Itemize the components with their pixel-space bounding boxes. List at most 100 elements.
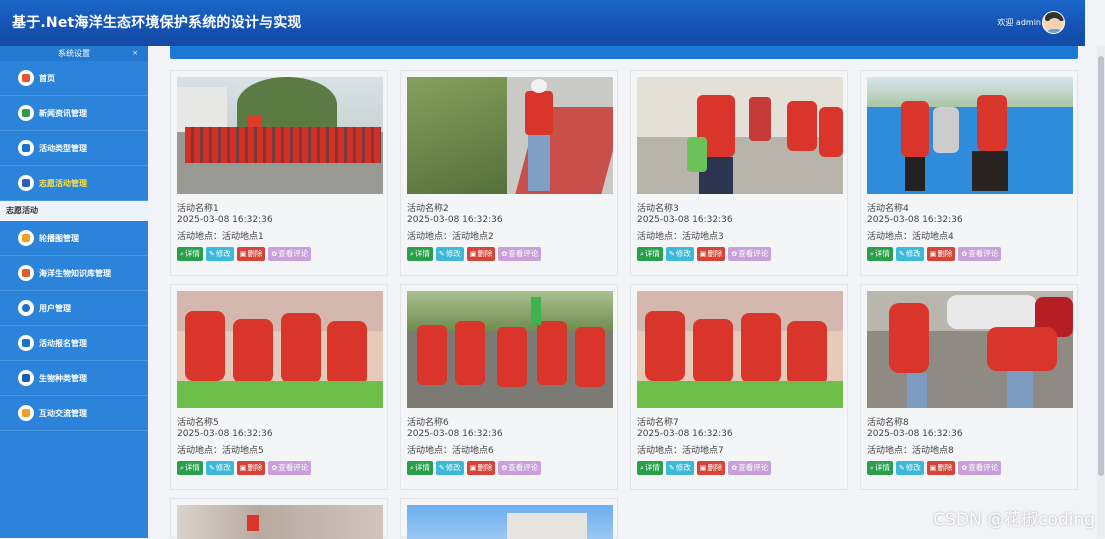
activity-time: 2025-03-08 16:32:36 <box>177 429 273 439</box>
delete-button[interactable]: ▣删除 <box>467 247 496 261</box>
activity-photo[interactable] <box>177 77 383 194</box>
activity-name: 活动名称7 <box>637 415 679 428</box>
edit-button[interactable]: ✎修改 <box>206 461 234 475</box>
activity-place: 活动地点：活动地点4 <box>867 229 954 242</box>
activity-name: 活动名称1 <box>177 201 219 214</box>
view-comments-button[interactable]: ✿查看评论 <box>728 247 771 261</box>
detail-button[interactable]: ⌕详情 <box>407 461 433 475</box>
detail-button[interactable]: ⌕详情 <box>177 461 203 475</box>
delete-button[interactable]: ▣删除 <box>697 247 726 261</box>
delete-button[interactable]: ▣删除 <box>927 461 956 475</box>
main-content: 活动名称1 2025-03-08 16:32:36 活动地点：活动地点1 ⌕详情… <box>148 46 1085 538</box>
activity-name: 活动名称6 <box>407 415 449 428</box>
trash-icon: ▣ <box>700 250 707 258</box>
edit-button[interactable]: ✎修改 <box>896 247 924 261</box>
comment-icon: ✿ <box>501 250 507 258</box>
detail-button[interactable]: ⌕详情 <box>867 247 893 261</box>
activity-photo[interactable] <box>637 291 843 408</box>
view-comments-button[interactable]: ✿查看评论 <box>268 247 311 261</box>
collapse-icon[interactable]: × <box>132 46 138 61</box>
sidebar-item-species[interactable]: 生物种类管理 <box>0 361 148 396</box>
search-icon: ⌕ <box>180 250 184 258</box>
home-icon <box>18 70 34 86</box>
edit-button[interactable]: ✎修改 <box>666 247 694 261</box>
sidebar-section-title: 系统设置 <box>58 49 90 58</box>
delete-button[interactable]: ▣删除 <box>697 461 726 475</box>
activity-photo[interactable] <box>867 77 1073 194</box>
sidebar-item-users[interactable]: 用户管理 <box>0 291 148 326</box>
search-icon: ⌕ <box>410 464 414 472</box>
delete-button[interactable]: ▣删除 <box>927 247 956 261</box>
delete-button-label: 删除 <box>707 463 722 472</box>
sidebar-item-home[interactable]: 首页 <box>0 61 148 96</box>
search-icon: ⌕ <box>640 250 644 258</box>
activity-time: 2025-03-08 16:32:36 <box>637 429 733 439</box>
delete-button[interactable]: ▣删除 <box>237 247 266 261</box>
activity-card <box>400 498 618 538</box>
vertical-scrollbar[interactable] <box>1097 46 1105 538</box>
edit-button-label: 修改 <box>676 463 691 472</box>
sidebar-item-label: 活动类型管理 <box>39 143 87 154</box>
edit-button[interactable]: ✎修改 <box>436 247 464 261</box>
activity-photo[interactable] <box>407 505 613 539</box>
edit-button[interactable]: ✎修改 <box>896 461 924 475</box>
sidebar-item-knowledge[interactable]: 海洋生物知识库管理 <box>0 256 148 291</box>
edit-button[interactable]: ✎修改 <box>436 461 464 475</box>
sidebar-item-label: 轮播图管理 <box>39 233 79 244</box>
view-comments-button-label: 查看评论 <box>968 463 998 472</box>
view-comments-button[interactable]: ✿查看评论 <box>728 461 771 475</box>
sidebar-item-interaction[interactable]: 互动交流管理 <box>0 396 148 431</box>
activity-place: 活动地点：活动地点2 <box>407 229 494 242</box>
activity-photo[interactable] <box>637 77 843 194</box>
avatar[interactable] <box>1042 11 1065 34</box>
search-icon: ⌕ <box>640 464 644 472</box>
delete-button-label: 删除 <box>247 249 262 258</box>
detail-button[interactable]: ⌕详情 <box>407 247 433 261</box>
activity-photo[interactable] <box>177 291 383 408</box>
edit-button-label: 修改 <box>906 249 921 258</box>
submenu-volunteer-activities[interactable]: 志愿活动 <box>0 201 148 221</box>
view-comments-button[interactable]: ✿查看评论 <box>958 461 1001 475</box>
comment-icon: ✿ <box>731 250 737 258</box>
detail-button[interactable]: ⌕详情 <box>867 461 893 475</box>
sidebar-item-label: 互动交流管理 <box>39 408 87 419</box>
search-icon: ⌕ <box>870 250 874 258</box>
edit-button[interactable]: ✎修改 <box>206 247 234 261</box>
page-title: 基于.Net海洋生态环境保护系统的设计与实现 <box>12 12 302 32</box>
view-comments-button-label: 查看评论 <box>738 249 768 258</box>
delete-button[interactable]: ▣删除 <box>467 461 496 475</box>
view-comments-button[interactable]: ✿查看评论 <box>958 247 1001 261</box>
activity-photo[interactable] <box>407 77 613 194</box>
detail-button-label: 详情 <box>645 463 660 472</box>
detail-button[interactable]: ⌕详情 <box>177 247 203 261</box>
trash-icon: ▣ <box>240 250 247 258</box>
delete-button[interactable]: ▣删除 <box>237 461 266 475</box>
edit-button-label: 修改 <box>446 463 461 472</box>
activity-photo[interactable] <box>407 291 613 408</box>
activity-name: 活动名称4 <box>867 201 909 214</box>
sidebar-item-carousel[interactable]: 轮播图管理 <box>0 221 148 256</box>
edit-button[interactable]: ✎修改 <box>666 461 694 475</box>
activity-card: 活动名称5 2025-03-08 16:32:36 活动地点：活动地点5 ⌕详情… <box>170 284 388 490</box>
detail-button-label: 详情 <box>645 249 660 258</box>
view-comments-button[interactable]: ✿查看评论 <box>498 247 541 261</box>
view-comments-button[interactable]: ✿查看评论 <box>498 461 541 475</box>
activity-photo[interactable] <box>867 291 1073 408</box>
delete-button-label: 删除 <box>477 249 492 258</box>
sidebar-item-news[interactable]: 新闻资讯管理 <box>0 96 148 131</box>
comment-icon: ✿ <box>271 464 277 472</box>
view-comments-button[interactable]: ✿查看评论 <box>268 461 311 475</box>
detail-button[interactable]: ⌕详情 <box>637 461 663 475</box>
sidebar-item-volunteer[interactable]: 志愿活动管理 <box>0 166 148 201</box>
activity-card: 活动名称7 2025-03-08 16:32:36 活动地点：活动地点7 ⌕详情… <box>630 284 848 490</box>
sidebar-item-activity-types[interactable]: 活动类型管理 <box>0 131 148 166</box>
sidebar-item-signups[interactable]: 活动报名管理 <box>0 326 148 361</box>
search-icon: ⌕ <box>870 464 874 472</box>
activity-photo[interactable] <box>177 505 383 539</box>
view-comments-button-label: 查看评论 <box>278 463 308 472</box>
activity-place: 活动地点：活动地点1 <box>177 229 264 242</box>
trash-icon: ▣ <box>470 464 477 472</box>
detail-button[interactable]: ⌕详情 <box>637 247 663 261</box>
scrollbar-thumb[interactable] <box>1098 56 1104 476</box>
delete-button-label: 删除 <box>937 463 952 472</box>
